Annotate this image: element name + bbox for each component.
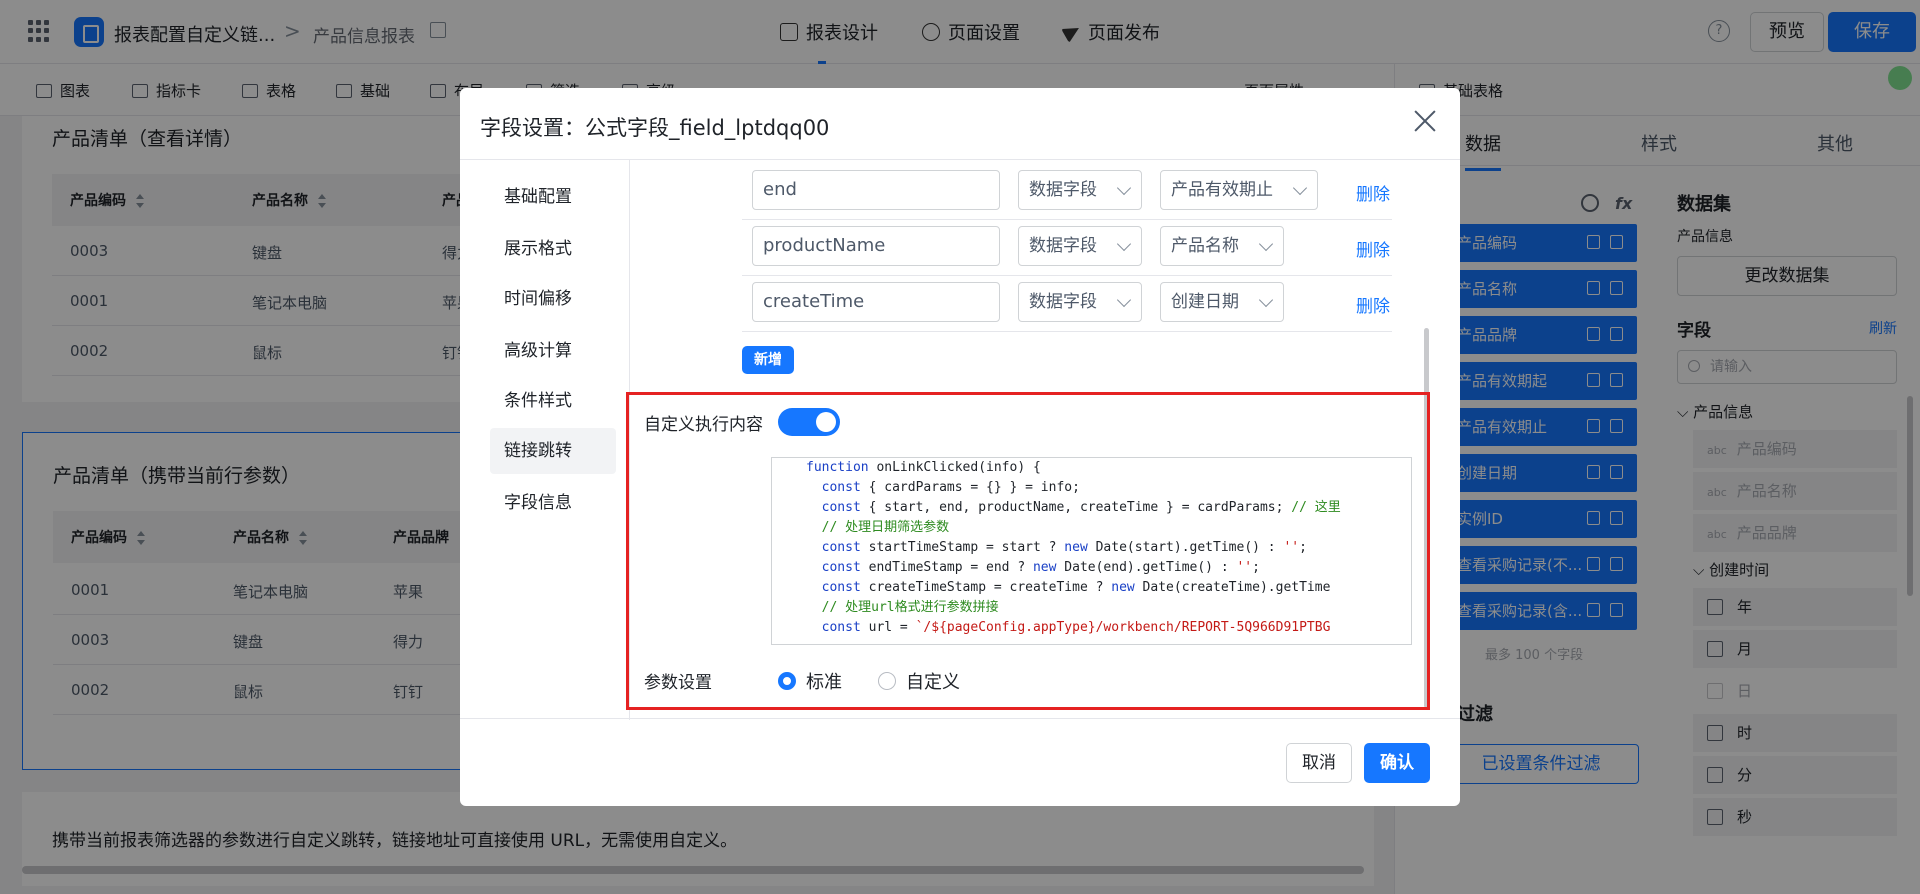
radio-dot [778,672,796,690]
param-field-select[interactable]: 产品有效期止 [1160,170,1318,210]
code-line: const startTimeStamp = start ? new Date(… [821,540,1307,555]
nav-link-jump[interactable]: 链接跳转 [490,428,616,474]
custom-exec-label: 自定义执行内容 [644,415,763,435]
chevron-down-icon [1116,292,1132,308]
code-line: // 处理日期筛选参数 [806,520,950,535]
param-row: createTime 数据字段 创建日期 删除 [742,276,1392,332]
delete-param-link[interactable]: 删除 [1356,180,1390,205]
param-type-select[interactable]: 数据字段 [1018,226,1142,266]
code-line: const { cardParams = {} } = info; [821,480,1080,495]
code-line: const createTimeStamp = createTime ? new… [821,580,1331,595]
add-param-button[interactable]: 新增 [742,346,794,374]
chevron-down-icon [1116,180,1132,196]
chevron-down-icon [1116,236,1132,252]
param-type-select[interactable]: 数据字段 [1018,170,1142,210]
param-row: productName 数据字段 产品名称 删除 [742,220,1392,276]
close-icon[interactable] [1412,108,1438,134]
param-name-input[interactable]: end [752,170,1000,210]
confirm-button[interactable]: 确认 [1364,743,1430,783]
nav-time-offset[interactable]: 时间偏移 [490,276,616,322]
custom-exec-toggle[interactable] [778,408,840,436]
cancel-button[interactable]: 取消 [1286,743,1352,783]
nav-basic-config[interactable]: 基础配置 [490,174,616,220]
code-editor[interactable]: function onLinkClicked(info) { const { c… [771,457,1412,645]
chevron-down-icon [1292,180,1308,196]
code-line: const url = `/${pageConfig.appType}/work… [821,620,1331,635]
code-line: function onLinkClicked(info) { [806,460,1041,475]
code-line: const endTimeStamp = end ? new Date(end)… [821,560,1260,575]
param-name-input[interactable]: productName [752,226,1000,266]
delete-param-link[interactable]: 删除 [1356,236,1390,261]
param-field-select[interactable]: 创建日期 [1160,282,1284,322]
radio-custom[interactable]: 自定义 [878,668,960,694]
code-line: const { start, end, productName, createT… [821,500,1341,515]
param-field-select[interactable]: 产品名称 [1160,226,1284,266]
param-name-input[interactable]: createTime [752,282,1000,322]
radio-standard[interactable]: 标准 [778,668,842,694]
chevron-down-icon [1258,292,1274,308]
param-setting-label: 参数设置 [644,673,712,693]
param-type-select[interactable]: 数据字段 [1018,282,1142,322]
delete-param-link[interactable]: 删除 [1356,292,1390,317]
settings-nav: 基础配置 展示格式 时间偏移 高级计算 条件样式 链接跳转 字段信息 [460,160,630,720]
dialog-header: 字段设置：公式字段_field_lptdqq00 [460,88,1460,160]
dialog-title: 字段设置：公式字段_field_lptdqq00 [480,116,830,140]
nav-display-format[interactable]: 展示格式 [490,226,616,272]
param-row: end 数据字段 产品有效期止 删除 [742,164,1392,220]
radio-dot [878,672,896,690]
nav-field-info[interactable]: 字段信息 [490,480,616,526]
code-line: // 处理url格式进行参数拼接 [806,600,999,615]
nav-advanced-calc[interactable]: 高级计算 [490,328,616,374]
dialog-footer: 取消 确认 [460,718,1460,806]
nav-conditional-style[interactable]: 条件样式 [490,378,616,424]
chevron-down-icon [1258,236,1274,252]
